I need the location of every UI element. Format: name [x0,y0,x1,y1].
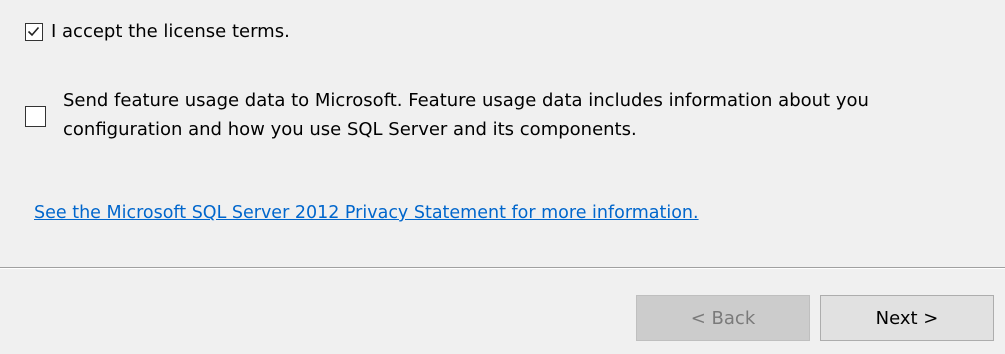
send-usage-data-line-2: configuration and how you use SQL Server… [63,119,637,140]
back-button[interactable]: < Back [636,295,810,341]
checkmark-icon [27,26,40,37]
accept-license-label[interactable]: I accept the license terms. [51,19,290,45]
license-terms-dialog: I accept the license terms. Send feature… [0,0,1005,354]
privacy-statement-link[interactable]: See the Microsoft SQL Server 2012 Privac… [34,203,699,223]
next-button[interactable]: Next > [820,295,994,341]
send-usage-data-label[interactable]: Send feature usage data to Microsoft. Fe… [63,86,869,144]
accept-license-checkbox[interactable] [25,23,43,41]
send-usage-data-checkbox[interactable] [25,106,46,127]
license-terms-content: I accept the license terms. Send feature… [0,0,1005,267]
send-usage-data-line-1: Send feature usage data to Microsoft. Fe… [63,90,869,111]
footer-divider-highlight [0,268,1005,269]
